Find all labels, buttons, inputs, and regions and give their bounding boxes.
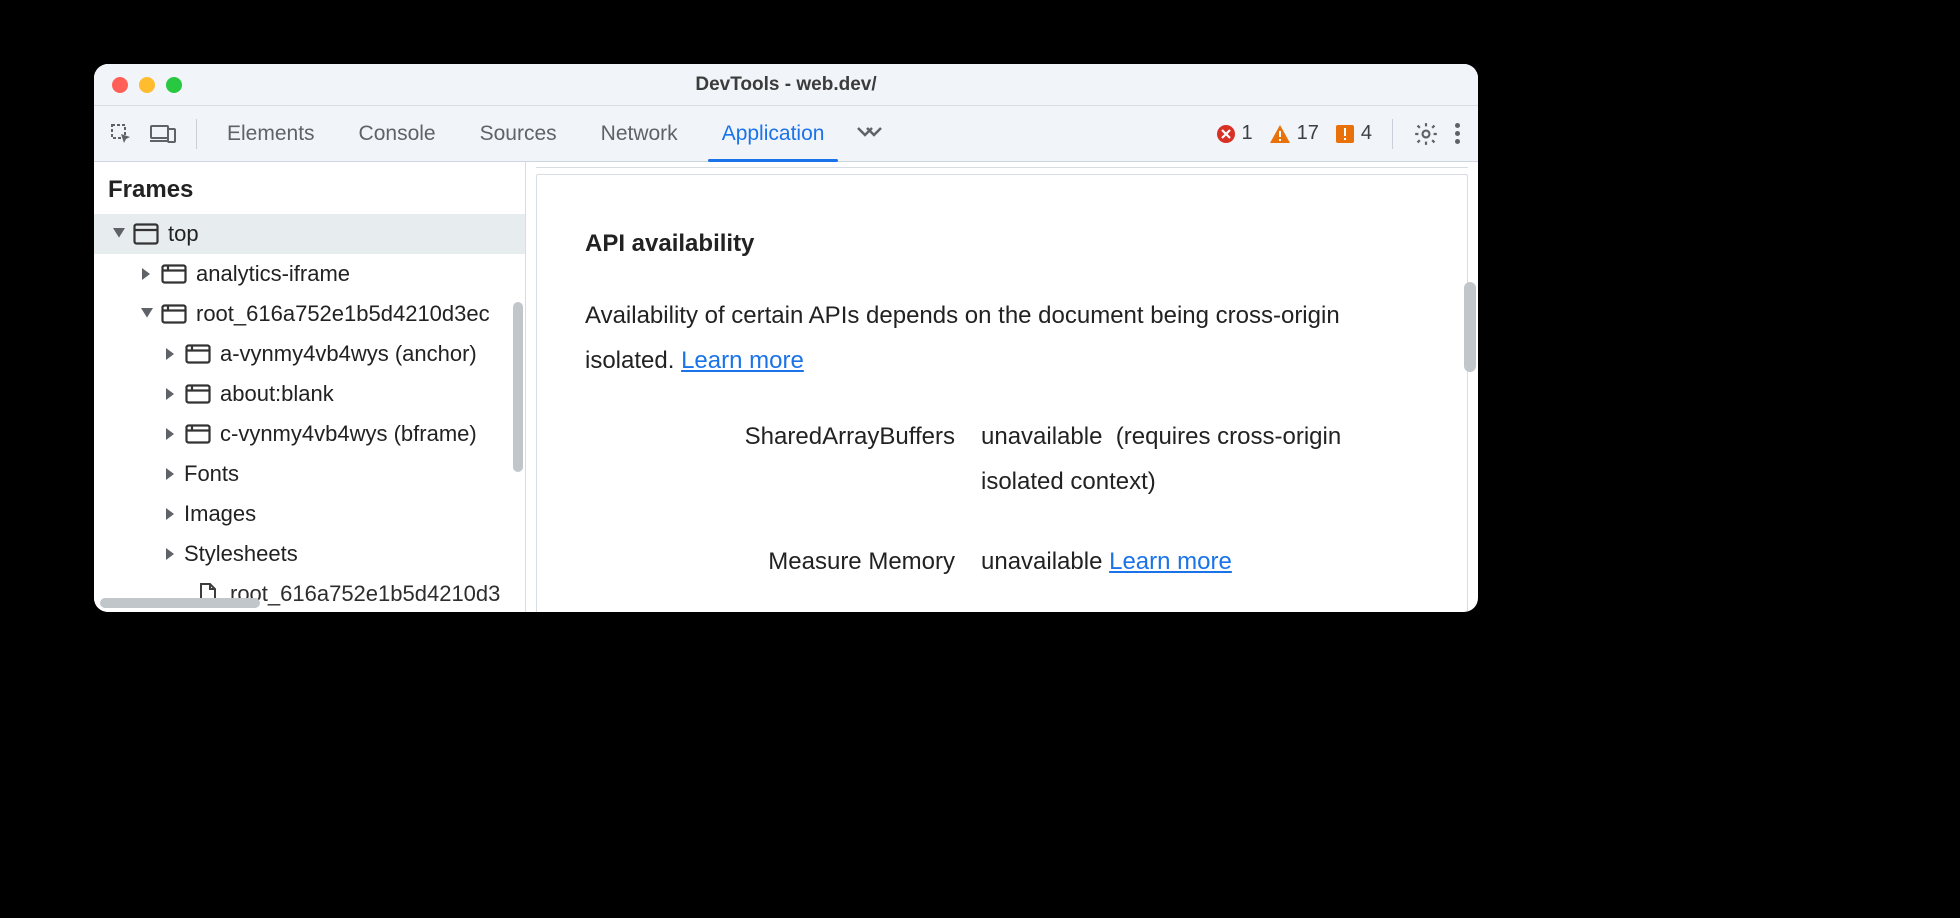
panel-tabs: Elements Console Sources Network Applica… [205,106,894,161]
issue-icon [1335,124,1355,144]
issues-count: 4 [1361,122,1372,145]
main-panel: API availability Availability of certain… [526,162,1478,612]
close-icon[interactable] [112,77,128,93]
expand-icon[interactable] [164,467,178,481]
frame-label: about:blank [220,381,334,407]
console-counters[interactable]: 1 17 4 [1216,122,1373,145]
minimize-icon[interactable] [139,77,155,93]
expand-icon[interactable] [164,427,178,441]
tree-label: root_616a752e1b5d4210d3 [230,581,500,607]
sidebar-section-title: Frames [94,162,525,214]
status-text: unavailable [981,423,1102,450]
frame-item[interactable]: c-vynmy4vb4wys (bframe) [94,414,525,454]
frame-item[interactable]: analytics-iframe [94,254,525,294]
expand-icon[interactable] [140,307,154,321]
frame-label: top [168,221,199,247]
main-vertical-scrollbar[interactable] [1464,282,1476,372]
tree-category-fonts[interactable]: Fonts [94,454,525,494]
devtools-tabbar: Elements Console Sources Network Applica… [94,106,1478,162]
frame-item[interactable]: a-vynmy4vb4wys (anchor) [94,334,525,374]
tab-network[interactable]: Network [579,106,700,161]
errors-badge[interactable]: 1 [1216,122,1253,145]
panel-heading: API availability [585,221,1419,267]
learn-more-link[interactable]: Learn more [1109,548,1232,575]
frame-item[interactable]: root_616a752e1b5d4210d3ec [94,294,525,334]
error-icon [1216,124,1236,144]
device-toolbar-icon[interactable] [146,117,180,151]
settings-icon[interactable] [1413,121,1439,147]
tree-label: Fonts [184,461,239,487]
warnings-badge[interactable]: 17 [1269,122,1319,145]
tab-sources[interactable]: Sources [458,106,579,161]
learn-more-link[interactable]: Learn more [681,347,804,374]
window-controls [112,77,182,93]
expand-icon[interactable] [164,387,178,401]
more-tabs-icon[interactable] [846,106,894,161]
iframe-icon [160,264,188,284]
api-name: SharedArrayBuffers [585,414,955,460]
expand-icon[interactable] [164,547,178,561]
devtools-window: DevTools - web.dev/ Elements Console [94,64,1478,612]
sidebar-vertical-scrollbar[interactable] [513,302,523,472]
tree-category-stylesheets[interactable]: Stylesheets [94,534,525,574]
titlebar: DevTools - web.dev/ [94,64,1478,106]
tab-console[interactable]: Console [337,106,458,161]
status-text: unavailable [981,548,1102,575]
zoom-icon[interactable] [166,77,182,93]
frame-item[interactable]: about:blank [94,374,525,414]
warning-icon [1269,124,1291,144]
api-availability-panel: API availability Availability of certain… [536,174,1468,612]
tab-application[interactable]: Application [700,106,847,161]
sidebar-horizontal-scrollbar[interactable] [100,598,260,608]
tree-label: Stylesheets [184,541,298,567]
tree-label: Images [184,501,256,527]
frame-label: a-vynmy4vb4wys (anchor) [220,341,477,367]
api-grid: SharedArrayBuffers unavailable (requires… [585,414,1419,585]
frame-label: root_616a752e1b5d4210d3ec [196,301,490,327]
expand-icon[interactable] [164,507,178,521]
iframe-icon [184,384,212,404]
frame-label: c-vynmy4vb4wys (bframe) [220,421,477,447]
separator [1392,119,1393,149]
api-status: unavailable Learn more [981,539,1419,585]
frame-top[interactable]: top [94,214,525,254]
iframe-icon [184,424,212,444]
api-name: Measure Memory [585,539,955,585]
separator [196,119,197,149]
panel-description: Availability of certain APIs depends on … [585,293,1419,384]
iframe-icon [160,304,188,324]
expand-icon[interactable] [112,227,126,241]
window-title: DevTools - web.dev/ [94,74,1478,96]
api-status: unavailable (requires cross-origin isola… [981,414,1419,505]
tree-category-images[interactable]: Images [94,494,525,534]
frame-label: analytics-iframe [196,261,350,287]
warnings-count: 17 [1297,122,1319,145]
more-options-icon[interactable] [1451,123,1464,144]
iframe-icon [184,344,212,364]
issues-badge[interactable]: 4 [1335,122,1372,145]
expand-icon[interactable] [164,347,178,361]
frames-tree: top analytics-iframe [94,214,525,612]
inspect-element-icon[interactable] [104,117,138,151]
sidebar-panel: Frames top [94,162,526,612]
content-area: Frames top [94,162,1478,612]
window-icon [132,223,160,245]
expand-icon[interactable] [140,267,154,281]
tab-elements[interactable]: Elements [205,106,337,161]
errors-count: 1 [1242,122,1253,145]
